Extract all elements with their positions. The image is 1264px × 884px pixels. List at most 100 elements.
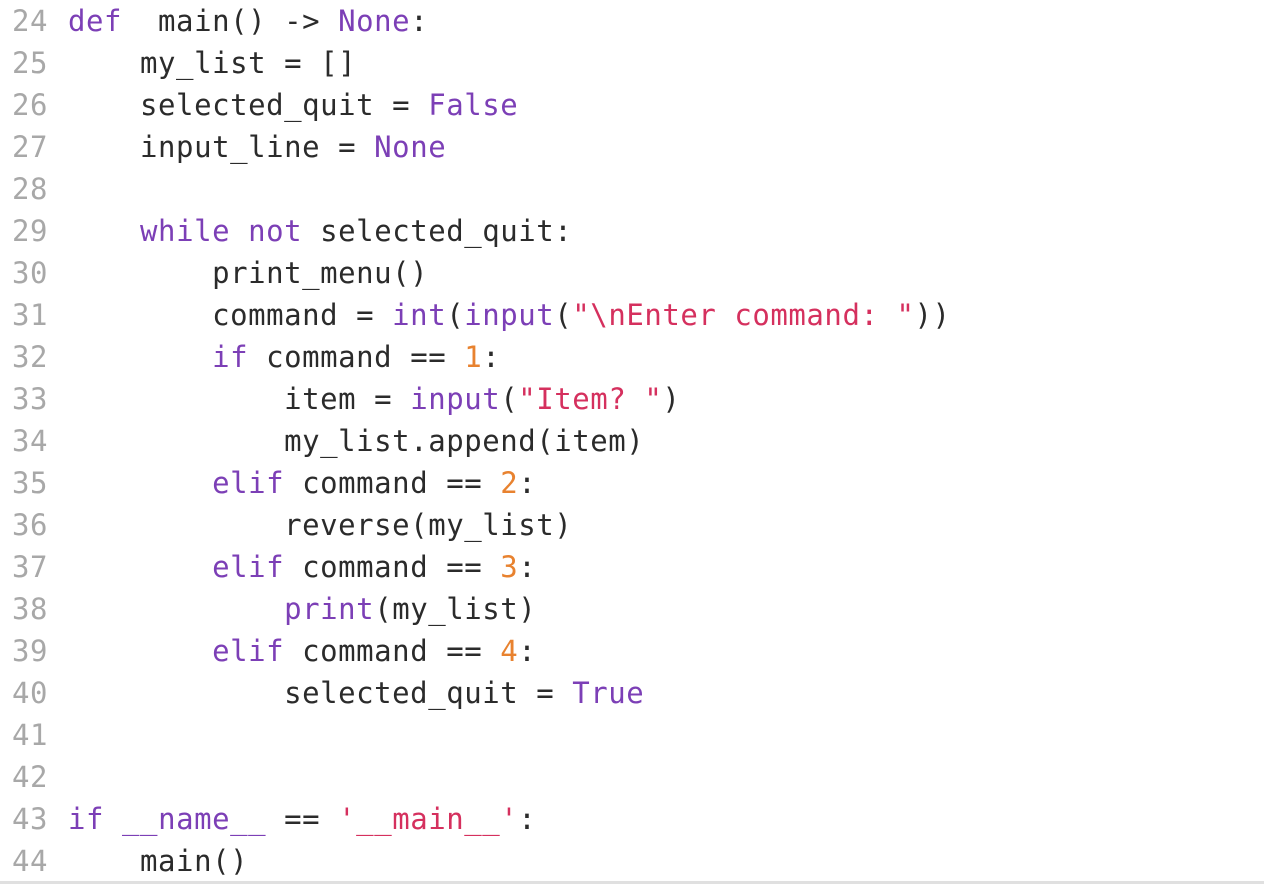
code-token: : — [410, 4, 429, 38]
line-number: 28 — [12, 172, 49, 206]
line-number: 34 — [12, 424, 49, 458]
code-token: )) — [914, 298, 951, 332]
line-number: 42 — [12, 760, 49, 794]
code-text[interactable]: command = int(input("\nEnter command: ")… — [68, 294, 951, 336]
line-number: 44 — [12, 844, 49, 878]
code-token: : — [518, 634, 537, 668]
code-editor[interactable]: 24 def main() -> None: 25 my_list = [] 26 s… — [0, 0, 1264, 882]
keyword-token: input — [464, 298, 555, 332]
code-text[interactable]: elif command == 2: — [68, 462, 536, 504]
code-token: command == — [248, 340, 465, 374]
keyword-token: print — [284, 592, 375, 626]
code-token: : — [518, 466, 537, 500]
code-token: input_line = — [68, 130, 375, 164]
number-token: 1 — [464, 340, 483, 374]
number-token: 2 — [500, 466, 519, 500]
code-text[interactable]: reverse(my_list) — [68, 504, 572, 546]
keyword-token: int — [392, 298, 447, 332]
number-token: 3 — [500, 550, 519, 584]
code-token: item = — [68, 382, 411, 416]
keyword-token: elif — [212, 550, 285, 584]
code-token: ( — [500, 382, 519, 416]
code-text[interactable]: elif command == 4: — [68, 630, 536, 672]
line-number: 37 — [12, 550, 49, 584]
code-text[interactable]: while not selected_quit: — [68, 210, 572, 252]
code-token: : — [482, 340, 501, 374]
code-token: main() — [68, 844, 249, 878]
code-token: my_list = [] — [68, 46, 357, 80]
code-token: : — [518, 802, 537, 836]
code-token: command = — [68, 298, 393, 332]
line-number: 24 — [12, 4, 49, 38]
code-token: ) — [662, 382, 681, 416]
line-number: 27 — [12, 130, 49, 164]
code-token: ( — [554, 298, 573, 332]
string-token: "Item? " — [518, 382, 663, 416]
line-number: 32 — [12, 340, 49, 374]
line-number: 31 — [12, 298, 49, 332]
code-token: selected_quit = — [68, 676, 573, 710]
code-text[interactable]: input_line = None — [68, 126, 446, 168]
keyword-token: None — [338, 4, 411, 38]
code-token: == — [266, 802, 339, 836]
line-number: 39 — [12, 634, 49, 668]
keyword-token: True — [572, 676, 645, 710]
code-text[interactable]: my_list = [] — [68, 42, 356, 84]
code-text[interactable]: item = input("Item? ") — [68, 378, 680, 420]
keyword-token: False — [428, 88, 519, 122]
code-text[interactable]: my_list.append(item) — [68, 420, 644, 462]
code-token: : — [518, 550, 537, 584]
keyword-token: __name__ — [122, 802, 267, 836]
line-number: 30 — [12, 256, 49, 290]
code-token: main() -> — [122, 4, 339, 38]
line-number: 35 — [12, 466, 49, 500]
keyword-token: not — [248, 214, 303, 248]
line-number: 29 — [12, 214, 49, 248]
line-number: 41 — [12, 718, 49, 752]
line-number: 36 — [12, 508, 49, 542]
code-text[interactable]: if command == 1: — [68, 336, 500, 378]
code-token: ( — [446, 298, 465, 332]
code-token: command == — [284, 634, 501, 668]
keyword-token: elif — [212, 466, 285, 500]
code-token: reverse(my_list) — [68, 508, 573, 542]
line-number: 26 — [12, 88, 49, 122]
code-text[interactable]: print(my_list) — [68, 588, 536, 630]
code-token: selected_quit = — [68, 88, 429, 122]
keyword-token: def — [68, 4, 123, 38]
code-text[interactable]: selected_quit = True — [68, 672, 644, 714]
code-token: command == — [284, 550, 501, 584]
code-token: (my_list) — [374, 592, 537, 626]
string-token: '__main__' — [338, 802, 519, 836]
keyword-token: elif — [212, 634, 285, 668]
code-token: command == — [284, 466, 501, 500]
line-number: 25 — [12, 46, 49, 80]
string-token: "\nEnter command: " — [572, 298, 915, 332]
keyword-token: if — [212, 340, 249, 374]
number-token: 4 — [500, 634, 519, 668]
keyword-token: input — [410, 382, 501, 416]
code-text[interactable]: main() — [68, 840, 248, 882]
code-token: print_menu() — [68, 256, 429, 290]
code-text[interactable]: def main() -> None: — [68, 0, 428, 42]
code-text[interactable]: if __name__ == '__main__': — [68, 798, 536, 840]
code-text[interactable]: elif command == 3: — [68, 546, 536, 588]
line-number: 40 — [12, 676, 49, 710]
keyword-token: None — [374, 130, 447, 164]
code-token: selected_quit: — [302, 214, 573, 248]
code-text[interactable]: print_menu() — [68, 252, 428, 294]
keyword-token: while — [140, 214, 231, 248]
code-text[interactable]: selected_quit = False — [68, 84, 518, 126]
line-number: 33 — [12, 382, 49, 416]
line-number: 43 — [12, 802, 49, 836]
line-number: 38 — [12, 592, 49, 626]
code-token: my_list.append(item) — [68, 424, 645, 458]
